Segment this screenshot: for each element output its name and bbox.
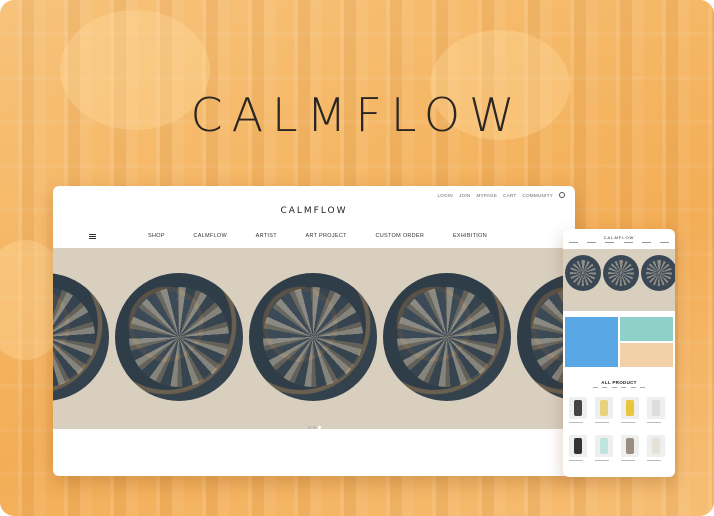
nav-shop[interactable]: SHOP — [148, 233, 165, 239]
artwork-circle — [53, 273, 109, 401]
showcase-canvas: CALMFLOW LOGIN JOIN MYPAGE CART COMMUNIT… — [0, 0, 714, 516]
join-link[interactable]: JOIN — [459, 193, 470, 198]
mypage-link[interactable]: MYPAGE — [476, 193, 497, 198]
artwork-circle — [383, 273, 511, 401]
nav-custom-order[interactable]: CUSTOM ORDER — [375, 233, 424, 239]
hamburger-menu-icon[interactable] — [89, 234, 96, 239]
product-card[interactable] — [569, 397, 587, 419]
category-tabs[interactable] — [593, 387, 645, 388]
login-link[interactable]: LOGIN — [437, 193, 453, 198]
product-card[interactable] — [621, 397, 639, 419]
product-card[interactable] — [569, 435, 587, 457]
slider-dots[interactable] — [53, 416, 575, 429]
section-title: ALL PRODUCT — [601, 380, 637, 385]
artwork-circle — [115, 273, 243, 401]
promo-tile[interactable] — [620, 343, 673, 367]
promo-tile[interactable] — [565, 317, 618, 367]
artwork-circle — [641, 255, 675, 291]
utility-bar: LOGIN JOIN MYPAGE CART COMMUNITY — [437, 192, 565, 198]
artwork-circle — [249, 273, 377, 401]
site-logo[interactable]: CALMFLOW — [53, 206, 575, 216]
nav-exhibition[interactable]: EXHIBITION — [453, 233, 487, 239]
artwork-circle — [565, 255, 601, 291]
search-icon[interactable] — [559, 192, 565, 198]
mobile-nav — [569, 242, 669, 243]
brand-logo: CALMFLOW — [190, 88, 524, 142]
hero-banner — [53, 248, 575, 429]
promo-tile[interactable] — [620, 317, 673, 341]
main-nav: SHOP CALMFLOW ARTIST ART PROJECT CUSTOM … — [148, 233, 487, 239]
cart-link[interactable]: CART — [503, 193, 516, 198]
nav-artist[interactable]: ARTIST — [256, 233, 277, 239]
product-card[interactable] — [647, 397, 665, 419]
artwork-circle — [603, 255, 639, 291]
nav-calmflow[interactable]: CALMFLOW — [193, 233, 227, 239]
mobile-logo[interactable]: CALMFLOW — [563, 235, 675, 240]
product-card[interactable] — [595, 435, 613, 457]
nav-art-project[interactable]: ART PROJECT — [306, 233, 347, 239]
desktop-mockup: LOGIN JOIN MYPAGE CART COMMUNITY CALMFLO… — [53, 186, 575, 476]
community-link[interactable]: COMMUNITY — [523, 193, 553, 198]
product-card[interactable] — [647, 435, 665, 457]
product-card[interactable] — [595, 397, 613, 419]
product-card[interactable] — [621, 435, 639, 457]
mobile-hero — [563, 249, 675, 311]
mobile-mockup: CALMFLOW ALL PRODUCT — [563, 229, 675, 477]
